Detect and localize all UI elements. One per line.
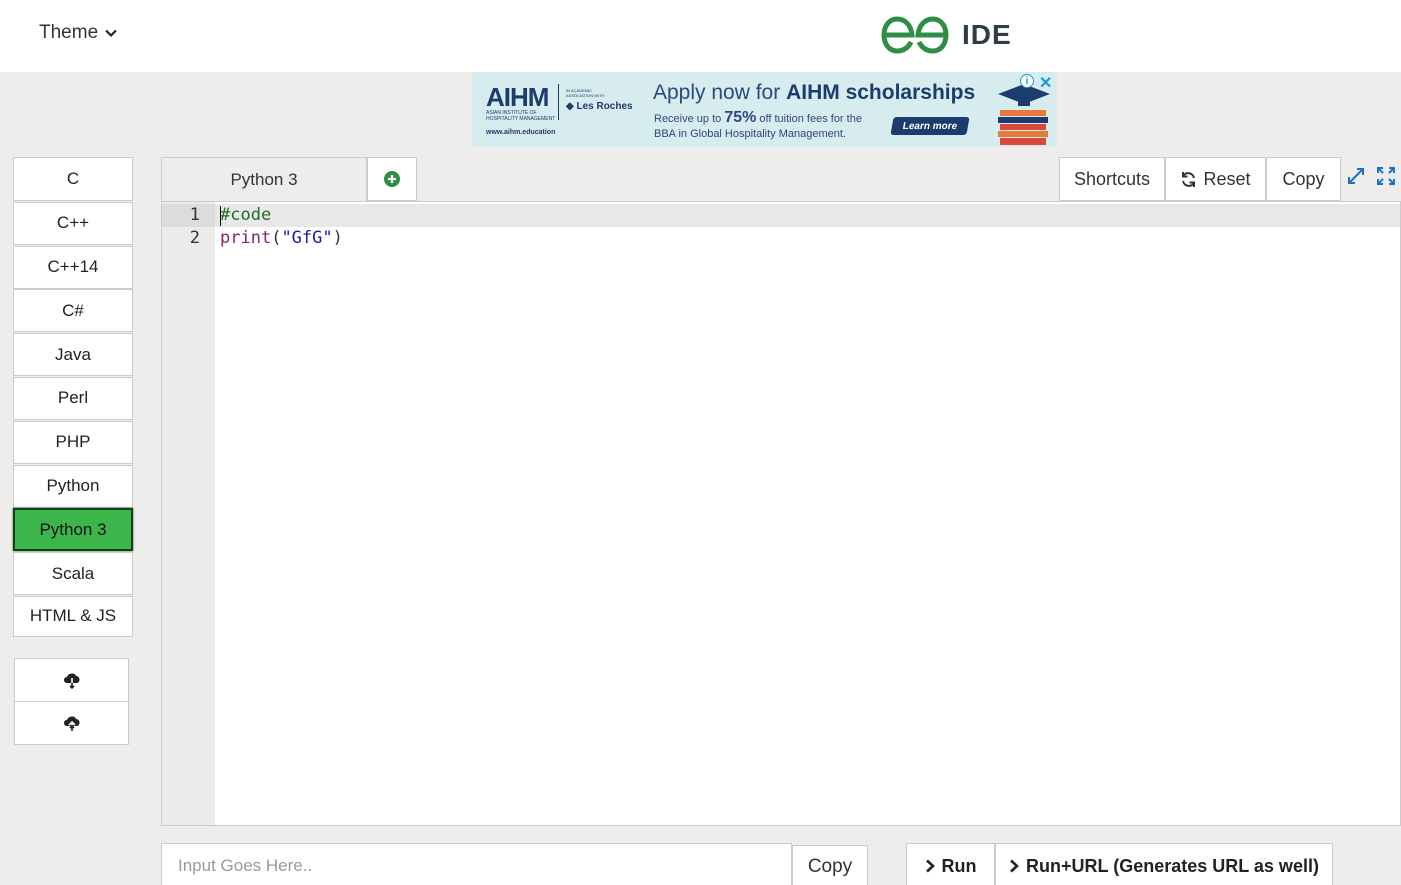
ad-headline: Apply now for AIHM scholarships	[653, 81, 976, 104]
code-line: print("GfG")	[220, 228, 343, 248]
chevron-right-icon	[1010, 859, 1019, 873]
fullscreen-icon[interactable]	[1376, 166, 1396, 186]
tab-python3[interactable]: Python 3	[161, 157, 367, 201]
line-number: 2	[189, 228, 200, 248]
run-label: Run	[941, 855, 977, 876]
ad-brand-sub: ASIAN INSTITUTE OF HOSPITALITY MANAGEMEN…	[486, 110, 556, 122]
language-item-scala[interactable]: Scala	[13, 552, 133, 596]
ad-partner-small: IN ACADEMIC ASSOCIATION WITH	[566, 88, 605, 98]
language-item-c-14[interactable]: C++14	[13, 245, 133, 289]
language-item-perl[interactable]: Perl	[13, 376, 133, 420]
copy-code-button[interactable]: Copy	[1266, 157, 1341, 201]
top-header: Theme IDE	[0, 0, 1401, 72]
brand-title: IDE	[962, 19, 1012, 50]
ad-separator	[558, 84, 559, 120]
run-button[interactable]: Run	[906, 843, 995, 885]
language-item-php[interactable]: PHP	[13, 420, 133, 464]
code-editor[interactable]: 1 2 #code print("GfG")	[161, 201, 1401, 826]
ad-line-2: BBA in Global Hospitality Management.	[654, 128, 846, 140]
refresh-icon	[1182, 171, 1196, 187]
theme-label: Theme	[39, 22, 99, 43]
line-gutter	[162, 202, 215, 825]
run-url-label: Run+URL (Generates URL as well)	[1026, 855, 1319, 876]
language-item-c[interactable]: C	[13, 157, 133, 201]
reset-label: Reset	[1203, 168, 1251, 189]
ad-info-icon[interactable]: i	[1020, 74, 1034, 88]
line-number: 1	[189, 205, 200, 225]
plus-circle-icon	[384, 171, 400, 187]
chevron-right-icon	[925, 859, 935, 873]
stdin-input[interactable]	[161, 843, 792, 885]
ad-brand: AIHM	[486, 82, 549, 112]
download-button[interactable]	[14, 658, 129, 702]
shortcuts-button[interactable]: Shortcuts	[1059, 157, 1165, 201]
brand[interactable]: IDE	[880, 15, 1012, 55]
language-item-html-js[interactable]: HTML & JS	[13, 595, 133, 637]
cloud-download-icon	[63, 673, 80, 689]
ad-learn-more-button[interactable]: Learn more	[890, 117, 970, 135]
chevron-down-icon	[105, 29, 117, 38]
ad-line-1: Receive up to 75% off tuition fees for t…	[654, 109, 862, 126]
ad-url: www.aihm.education	[486, 129, 556, 136]
text-cursor	[220, 206, 221, 226]
ad-partner: ◆ Les Roches	[566, 101, 633, 112]
language-item-c[interactable]: C#	[13, 289, 133, 333]
copy-input-button[interactable]: Copy	[792, 845, 868, 885]
reset-button[interactable]: Reset	[1165, 157, 1266, 201]
language-item-java[interactable]: Java	[13, 333, 133, 377]
language-item-python[interactable]: Python	[13, 464, 133, 508]
upload-button[interactable]	[14, 701, 129, 745]
language-item-c[interactable]: C++	[13, 201, 133, 245]
ad-close-icon[interactable]: ✕	[1039, 73, 1052, 93]
code-line: #code	[220, 205, 272, 225]
expand-icon[interactable]	[1346, 166, 1366, 186]
theme-dropdown[interactable]: Theme	[39, 22, 118, 44]
add-tab-button[interactable]	[367, 157, 417, 201]
run-url-button[interactable]: Run+URL (Generates URL as well)	[995, 843, 1333, 885]
active-line-highlight	[162, 204, 1400, 227]
language-item-python-3[interactable]: Python 3	[13, 508, 133, 552]
language-list: C C++ C++14 C# Java Perl PHP Python Python 3 Scal…	[13, 157, 133, 637]
gfg-logo-icon	[881, 16, 949, 54]
ad-banner[interactable]: AIHM ASIAN INSTITUTE OF HOSPITALITY MANA…	[472, 72, 1057, 147]
cloud-upload-icon	[63, 716, 80, 731]
